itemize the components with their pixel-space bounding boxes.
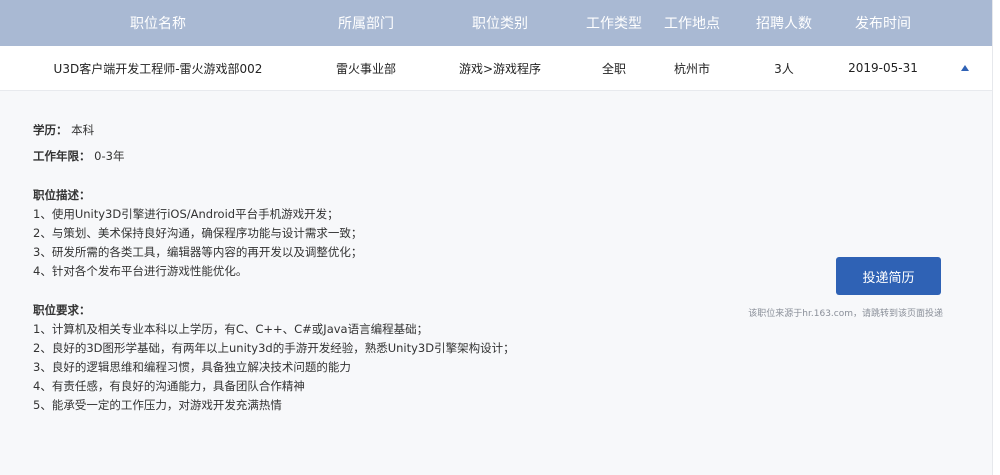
table-row[interactable]: U3D客户端开发工程师-雷火游戏部002 雷火事业部 游戏>游戏程序 全职 杭州… — [0, 46, 992, 91]
header-publish-date: 发布时间 — [855, 16, 911, 32]
requirement-item: 5、能承受一定的工作压力，对游戏开发充满热情 — [33, 398, 282, 412]
experience-value: 0-3年 — [94, 149, 125, 163]
header-department: 所属部门 — [338, 16, 394, 32]
job-listing-panel: 职位名称 所属部门 职位类别 工作类型 工作地点 招聘人数 发布时间 U3D客户… — [0, 0, 993, 475]
requirement-item: 2、良好的3D图形学基础，有两年以上unity3d的手游开发经验，熟悉Unity… — [33, 341, 515, 355]
requirements-list: 1、计算机及相关专业本科以上学历，有C、C++、C#或Java语言编程基础； 2… — [33, 320, 992, 415]
header-location: 工作地点 — [664, 16, 720, 32]
experience-label: 工作年限： — [33, 149, 91, 163]
apply-button[interactable]: 投递简历 — [836, 257, 941, 295]
row-publish-date: 2019-05-31 — [848, 61, 918, 75]
description-item: 2、与策划、美术保持良好沟通，确保程序功能与设计需求一致； — [33, 226, 363, 240]
header-category: 职位类别 — [472, 16, 528, 32]
header-headcount: 招聘人数 — [756, 16, 812, 32]
row-job-title: U3D客户端开发工程师-雷火游戏部002 — [53, 61, 263, 76]
job-detail: 学历： 本科 工作年限： 0-3年 职位描述： 1、使用Unity3D引擎进行i… — [0, 91, 992, 415]
collapse-toggle[interactable] — [938, 65, 992, 71]
row-category: 游戏>游戏程序 — [458, 61, 542, 76]
row-job-type: 全职 — [601, 61, 626, 76]
row-department: 雷火事业部 — [335, 61, 396, 76]
header-job-title: 职位名称 — [130, 16, 186, 32]
description-title: 职位描述： — [33, 188, 91, 202]
caret-up-icon[interactable] — [961, 65, 969, 71]
row-headcount: 3人 — [774, 61, 794, 76]
source-note: 该职位来源于hr.163.com，请跳转到该页面投递 — [748, 309, 943, 319]
requirement-item: 1、计算机及相关专业本科以上学历，有C、C++、C#或Java语言编程基础； — [33, 322, 429, 336]
description-item: 1、使用Unity3D引擎进行iOS/Android平台手机游戏开发； — [33, 207, 339, 221]
education-line: 学历： 本科 — [33, 121, 992, 140]
education-label: 学历： — [33, 123, 68, 137]
requirement-item: 4、有责任感，有良好的沟通能力，具备团队合作精神 — [33, 379, 305, 393]
row-location: 杭州市 — [673, 61, 710, 76]
table-header: 职位名称 所属部门 职位类别 工作类型 工作地点 招聘人数 发布时间 — [0, 0, 992, 46]
requirement-item: 3、良好的逻辑思维和编程习惯，具备独立解决技术问题的能力 — [33, 360, 351, 374]
education-value: 本科 — [71, 123, 95, 137]
experience-line: 工作年限： 0-3年 — [33, 147, 992, 166]
header-job-type: 工作类型 — [586, 16, 642, 32]
